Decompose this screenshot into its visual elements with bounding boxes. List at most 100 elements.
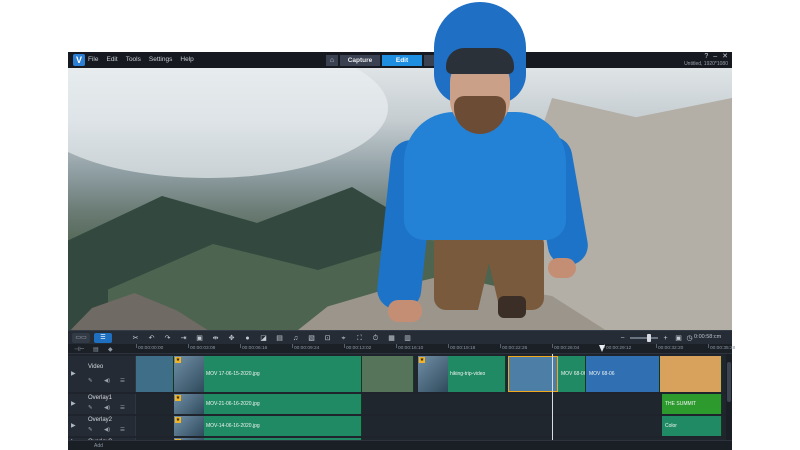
ruler-tick-label: 00:00:09:24	[294, 346, 320, 351]
playhead-handle[interactable]	[599, 345, 605, 352]
project-duration: 0:00:58:cm	[694, 334, 722, 340]
timeline-vertical-scrollbar[interactable]	[726, 354, 732, 440]
ruler-tick-mark	[344, 344, 345, 348]
timeline-clip[interactable]: ★ hiking-trip-video	[418, 356, 506, 392]
menu-edit[interactable]: Edit	[106, 52, 117, 68]
add-track-label[interactable]: Add	[94, 443, 103, 449]
menu-file[interactable]: File	[88, 52, 98, 68]
mute-icon[interactable]: ◀)	[104, 427, 110, 433]
redo-icon[interactable]: ↷	[162, 334, 173, 343]
clip-label: MOV 68-06	[589, 371, 615, 377]
ruler-tick-label: 00:00:16:10	[398, 346, 424, 351]
timeline-clip[interactable]: Color	[662, 416, 722, 436]
motion-icon[interactable]: ✥	[226, 334, 237, 343]
mute-icon[interactable]: ◀)	[104, 378, 110, 384]
text-icon[interactable]: ▤	[274, 334, 285, 343]
timeline-clip[interactable]: MOV 68-06	[558, 356, 586, 392]
menu-bar: File Edit Tools Settings Help	[88, 52, 194, 68]
timeline-clip[interactable]: ★ MOV-21-06-16-2020.jpg	[174, 394, 362, 414]
multicam-icon[interactable]: ▥	[402, 334, 413, 343]
scissors-icon[interactable]: ✂	[130, 334, 141, 343]
ruler-tick-mark	[396, 344, 397, 348]
overlay-track-icon[interactable]: ▶	[71, 401, 79, 407]
effect-star-icon: ★	[175, 395, 181, 401]
clip-label: MOV 17-06-15-2020.jpg	[206, 371, 260, 377]
ruler-tick-mark	[500, 344, 501, 348]
help-icon[interactable]: ?	[704, 53, 708, 61]
video-track-icon[interactable]: ▶	[71, 371, 79, 377]
edit-track-icon[interactable]: ✎	[88, 427, 93, 433]
undo-icon[interactable]: ↶	[146, 334, 157, 343]
ruler-tick-mark	[708, 344, 709, 348]
zoom-slider[interactable]	[630, 337, 658, 339]
mute-icon[interactable]: ◀)	[104, 405, 110, 411]
color-icon[interactable]: ●	[242, 334, 253, 343]
expand-icon[interactable]: ⇥	[178, 334, 189, 343]
track-overlay1: ▶ Overlay1 ✎ ◀) ☰ ★ MOV-21-06-16-2020.jpg THE S…	[68, 394, 726, 414]
split-icon[interactable]: ⇹	[210, 334, 221, 343]
ruler-control-1[interactable]: ⊣⊢	[74, 346, 84, 353]
edit-track-icon[interactable]: ✎	[88, 405, 93, 411]
ruler-tick-label: 00:00:26:04	[554, 346, 580, 351]
timeline-clip[interactable]	[362, 356, 414, 392]
timeline-clip[interactable]	[136, 356, 174, 392]
track-menu-icon[interactable]: ☰	[120, 378, 125, 384]
export-icon[interactable]: ▦	[386, 334, 397, 343]
zoom-out-icon[interactable]: −	[617, 334, 628, 343]
audio-icon[interactable]: ♫	[290, 334, 301, 343]
timeline-clip[interactable]: ★ MOV 17-06-15-2020.jpg	[174, 356, 362, 392]
storyboard-view-button[interactable]: ▭▭	[72, 333, 90, 343]
record-icon[interactable]: ⊡	[322, 334, 333, 343]
ruler-tick-label: 00:00:03:08	[190, 346, 216, 351]
hiker-beanie	[446, 48, 514, 74]
subtitle-icon[interactable]: ▧	[306, 334, 317, 343]
project-info: Untitled, 1920*1080	[684, 61, 728, 67]
mosaic-icon[interactable]: ⌖	[338, 334, 349, 343]
minimize-icon[interactable]: –	[713, 53, 717, 61]
mask-icon[interactable]: ◪	[258, 334, 269, 343]
timeline-ruler[interactable]: ⊣⊢ ▤ ◆ 00:00:00:00 00:00:03:08 00:00:06:16…	[68, 344, 736, 354]
menu-help[interactable]: Help	[180, 52, 193, 68]
ruler-tick-label: 00:00:32:20	[658, 346, 684, 351]
speed-icon[interactable]: ⏱	[370, 334, 381, 343]
ruler-tick-mark	[240, 344, 241, 348]
timeline-view-button[interactable]: ☰	[94, 333, 112, 343]
menu-settings[interactable]: Settings	[149, 52, 173, 68]
timeline-clip[interactable]: THE SUMMIT	[662, 394, 722, 414]
timeline-clip[interactable]	[508, 356, 558, 392]
ruler-control-2[interactable]: ▤	[93, 346, 99, 353]
zoom-slider-knob[interactable]	[647, 334, 651, 342]
overlay-track-icon[interactable]: ▶	[71, 423, 79, 429]
ruler-tick-label: 00:00:35:28	[710, 346, 736, 351]
fit-timeline-icon[interactable]: ▣	[673, 334, 684, 343]
clip-label: THE SUMMIT	[665, 401, 697, 407]
close-icon[interactable]: ✕	[722, 53, 728, 61]
track-menu-icon[interactable]: ☰	[120, 405, 125, 411]
ruler-tick-mark	[552, 344, 553, 348]
home-icon[interactable]: ⌂	[326, 55, 338, 66]
timeline-clip[interactable]	[660, 356, 722, 392]
timeline-bottom-bar: Add	[68, 440, 732, 450]
scrollbar-thumb[interactable]	[727, 362, 731, 402]
edit-track-icon[interactable]: ✎	[88, 378, 93, 384]
track-name: Overlay1	[88, 395, 113, 401]
hiker-right-hand	[548, 258, 576, 278]
track-menu-icon[interactable]: ☰	[120, 427, 125, 433]
crop-icon[interactable]: ⛶	[354, 334, 365, 343]
ruler-tick-mark	[188, 344, 189, 348]
tab-capture[interactable]: Capture	[340, 55, 380, 66]
hiker-left-hand	[388, 300, 422, 322]
window-controls: ? – ✕	[704, 53, 728, 61]
timeline-clip[interactable]: MOV 68-06	[586, 356, 660, 392]
ruler-tick-mark	[136, 344, 137, 348]
ruler-control-3[interactable]: ◆	[108, 346, 113, 353]
timeline-clip[interactable]: ★ MOV-14-06-16-2020.jpg	[174, 416, 362, 436]
edit-toolbar: ▭▭ ☰ ✂ ↶ ↷ ⇥ ▣ ⇹ ✥ ● ◪ ▤ ♫ ▧ ⊡ ⌖ ⛶ ⏱ ▦ ▥ − + ▣ ◷ 0:00:58:…	[68, 330, 732, 344]
track-video: ▶ Video ✎ ◀) ☰ ★ MOV 17-06-15-2020.jpg ★ hiking-…	[68, 356, 726, 392]
menu-tools[interactable]: Tools	[126, 52, 141, 68]
zoom-in-icon[interactable]: +	[660, 334, 671, 343]
hiker-pants	[434, 232, 544, 310]
effect-star-icon: ★	[175, 357, 181, 363]
track-name: Overlay2	[88, 417, 113, 423]
overlay-icon[interactable]: ▣	[194, 334, 205, 343]
